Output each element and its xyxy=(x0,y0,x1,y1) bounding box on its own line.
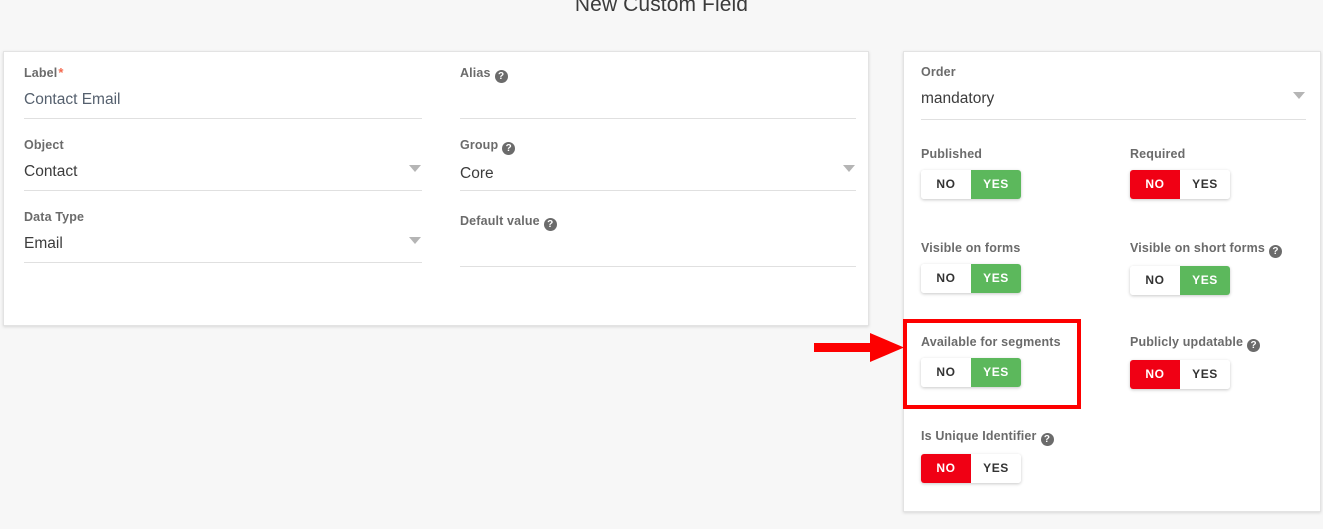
help-icon[interactable]: ? xyxy=(543,218,557,231)
toggle-block-visible-on-forms: Visible on forms NO YES xyxy=(921,240,1021,293)
toggle-block-required: Required NO YES xyxy=(1130,146,1230,199)
is-unique-identifier-yes-option[interactable]: YES xyxy=(971,454,1021,483)
field-datatype-row: Data Type Email xyxy=(24,209,422,263)
group-select[interactable]: Core xyxy=(460,163,856,185)
field-defaultvalue-row: Default value? xyxy=(460,213,856,267)
form-column-right: Alias? Group? Core Default value? xyxy=(460,65,856,285)
field-details-panel: Label* Contact Email Object Contact Data… xyxy=(3,51,869,326)
published-toggle[interactable]: NO YES xyxy=(921,170,1021,199)
visible-on-forms-no-option[interactable]: NO xyxy=(921,264,971,293)
visible-on-forms-toggle[interactable]: NO YES xyxy=(921,264,1021,293)
visible-on-short-forms-toggle[interactable]: NO YES xyxy=(1130,266,1230,295)
field-object-row: Object Contact xyxy=(24,137,422,191)
required-toggle[interactable]: NO YES xyxy=(1130,170,1230,199)
toggle-block-is-unique-identifier: Is Unique Identifier? NO YES xyxy=(921,428,1054,483)
published-yes-option[interactable]: YES xyxy=(971,170,1021,199)
order-caption: Order xyxy=(921,65,956,79)
published-no-option[interactable]: NO xyxy=(921,170,971,199)
help-icon[interactable]: ? xyxy=(494,70,508,83)
help-icon[interactable]: ? xyxy=(1040,433,1054,446)
available-for-segments-yes-option[interactable]: YES xyxy=(971,358,1021,387)
available-for-segments-caption: Available for segments xyxy=(921,335,1061,349)
page-title: New Custom Field xyxy=(574,0,749,16)
required-caption: Required xyxy=(1130,147,1186,161)
is-unique-identifier-no-option[interactable]: NO xyxy=(921,454,971,483)
object-select[interactable]: Contact xyxy=(24,161,422,183)
datatype-select[interactable]: Email xyxy=(24,233,422,255)
field-group-row: Group? Core xyxy=(460,137,856,191)
annotation-arrow xyxy=(814,333,904,362)
order-select[interactable]: mandatory xyxy=(921,88,1306,110)
chevron-down-icon[interactable] xyxy=(1293,92,1305,99)
label-caption: Label* xyxy=(24,65,64,80)
field-properties-panel: Order mandatory Published NO YES Require… xyxy=(903,51,1321,512)
publicly-updatable-caption: Publicly updatable? xyxy=(1130,334,1261,352)
visible-on-forms-yes-option[interactable]: YES xyxy=(971,264,1021,293)
toggle-block-published: Published NO YES xyxy=(921,146,1021,199)
visible-on-short-forms-caption: Visible on short forms? xyxy=(1130,240,1283,258)
toggle-block-available-for-segments: Available for segments NO YES xyxy=(921,334,1061,387)
label-input[interactable]: Contact Email xyxy=(24,89,422,111)
help-icon[interactable]: ? xyxy=(1269,245,1283,258)
visible-on-short-forms-yes-option[interactable]: YES xyxy=(1180,266,1230,295)
field-label-row: Label* Contact Email xyxy=(24,65,422,119)
help-icon[interactable]: ? xyxy=(502,142,516,155)
available-for-segments-toggle[interactable]: NO YES xyxy=(921,358,1021,387)
required-no-option[interactable]: NO xyxy=(1130,170,1180,199)
publicly-updatable-yes-option[interactable]: YES xyxy=(1180,360,1230,389)
group-caption: Group? xyxy=(460,137,856,155)
available-for-segments-no-option[interactable]: NO xyxy=(921,358,971,387)
toggle-block-visible-on-short-forms: Visible on short forms? NO YES xyxy=(1130,240,1283,295)
alias-caption: Alias? xyxy=(460,65,856,83)
chevron-down-icon[interactable] xyxy=(409,165,421,172)
chevron-down-icon[interactable] xyxy=(409,237,421,244)
is-unique-identifier-caption: Is Unique Identifier? xyxy=(921,428,1054,446)
object-caption: Object xyxy=(24,138,64,152)
toggle-block-publicly-updatable: Publicly updatable? NO YES xyxy=(1130,334,1261,389)
published-caption: Published xyxy=(921,147,983,161)
field-order-row: Order mandatory xyxy=(921,64,1306,120)
publicly-updatable-no-option[interactable]: NO xyxy=(1130,360,1180,389)
chevron-down-icon[interactable] xyxy=(843,165,855,172)
defaultvalue-caption: Default value? xyxy=(460,213,856,231)
help-icon[interactable]: ? xyxy=(1247,339,1261,352)
visible-on-forms-caption: Visible on forms xyxy=(921,241,1021,255)
visible-on-short-forms-no-option[interactable]: NO xyxy=(1130,266,1180,295)
is-unique-identifier-toggle[interactable]: NO YES xyxy=(921,454,1021,483)
field-alias-row: Alias? xyxy=(460,65,856,119)
required-asterisk: * xyxy=(58,65,64,80)
form-column-left: Label* Contact Email Object Contact Data… xyxy=(24,65,422,281)
datatype-caption: Data Type xyxy=(24,210,85,224)
required-yes-option[interactable]: YES xyxy=(1180,170,1230,199)
publicly-updatable-toggle[interactable]: NO YES xyxy=(1130,360,1230,389)
